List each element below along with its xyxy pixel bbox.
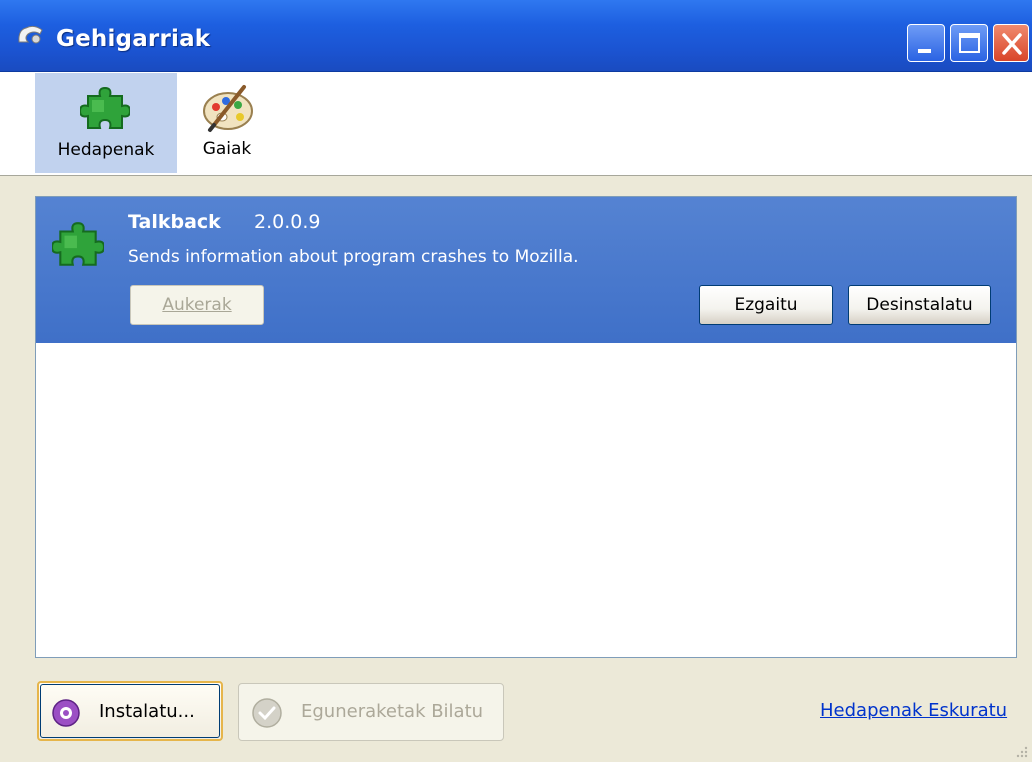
extension-version: 2.0.0.9 bbox=[254, 211, 321, 233]
tab-gaiak[interactable]: Gaiak bbox=[186, 73, 268, 173]
get-extensions-link[interactable]: Hedapenak Eskuratu bbox=[820, 700, 1007, 721]
install-icon bbox=[52, 699, 80, 727]
minimize-icon bbox=[918, 49, 931, 53]
install-button[interactable]: Instalatu... bbox=[37, 681, 223, 741]
app-icon bbox=[18, 25, 43, 44]
extension-name: Talkback bbox=[128, 211, 221, 233]
install-button-label: Instalatu... bbox=[99, 701, 195, 722]
checkmark-icon bbox=[252, 698, 282, 728]
maximize-icon bbox=[959, 33, 980, 53]
title-bar[interactable]: Gehigarriak bbox=[0, 0, 1032, 72]
list-item[interactable]: Talkback 2.0.0.9 Sends information about… bbox=[36, 197, 1016, 343]
uninstall-button-label: Desinstalatu bbox=[866, 295, 973, 315]
close-button[interactable] bbox=[993, 24, 1029, 62]
disable-button-label: Ezgaitu bbox=[734, 295, 798, 315]
tab-hedapenak[interactable]: Hedapenak bbox=[35, 73, 177, 173]
category-toolbar: Hedapenak Gaiak bbox=[0, 72, 1032, 176]
find-updates-label: Eguneraketak Bilatu bbox=[301, 701, 484, 722]
options-button[interactable]: Aukerak bbox=[130, 285, 264, 325]
options-button-label: Aukerak bbox=[162, 295, 232, 315]
palette-icon bbox=[203, 85, 253, 132]
resize-grip-icon[interactable] bbox=[1014, 744, 1028, 758]
close-icon bbox=[1002, 33, 1022, 55]
extensions-list[interactable]: Talkback 2.0.0.9 Sends information about… bbox=[35, 196, 1017, 658]
extension-description: Sends information about program crashes … bbox=[128, 247, 579, 267]
tab-gaiak-label: Gaiak bbox=[202, 139, 252, 159]
maximize-button[interactable] bbox=[950, 24, 988, 62]
uninstall-button[interactable]: Desinstalatu bbox=[848, 285, 991, 325]
disable-button[interactable]: Ezgaitu bbox=[699, 285, 833, 325]
find-updates-button[interactable]: Eguneraketak Bilatu bbox=[238, 683, 504, 741]
window-title: Gehigarriak bbox=[56, 26, 211, 52]
puzzle-icon bbox=[52, 222, 104, 266]
minimize-button[interactable] bbox=[907, 24, 945, 62]
tab-hedapenak-label: Hedapenak bbox=[57, 140, 155, 160]
puzzle-icon bbox=[80, 86, 130, 129]
